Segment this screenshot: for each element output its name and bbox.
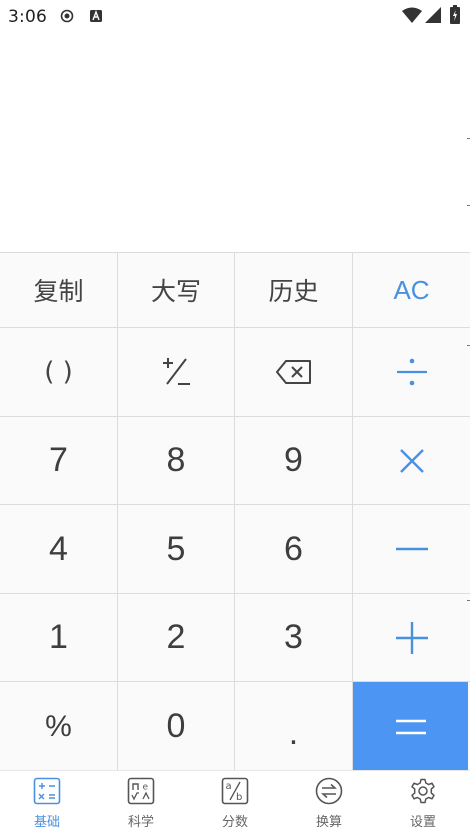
digit-5-button[interactable]: 5 xyxy=(118,505,235,594)
percent-label: % xyxy=(45,709,72,743)
keyboard-a-icon xyxy=(90,10,102,22)
status-bar: 3:06 xyxy=(0,0,470,32)
plus-icon xyxy=(395,621,428,654)
tab-label: 设置 xyxy=(409,815,436,830)
equals-icon xyxy=(395,719,426,734)
backspace-button[interactable] xyxy=(235,328,353,417)
tab-convert[interactable]: 换算 xyxy=(282,771,376,836)
result-display xyxy=(0,32,470,252)
digit-7-button[interactable]: 7 xyxy=(0,417,118,505)
tab-basic[interactable]: 基础 xyxy=(0,771,94,836)
digit-9-label: 9 xyxy=(284,441,303,479)
decimal-point-button[interactable]: . xyxy=(235,682,353,771)
percent-button[interactable]: % xyxy=(0,682,118,771)
tab-label: 基础 xyxy=(33,815,60,830)
basic-calc-icon xyxy=(33,777,61,805)
all-clear-label: AC xyxy=(393,274,430,305)
digit-9-button[interactable]: 9 xyxy=(235,417,353,505)
digit-4-button[interactable]: 4 xyxy=(0,505,118,594)
tab-label: 科学 xyxy=(127,815,154,830)
equals-button[interactable] xyxy=(353,682,468,771)
history-button[interactable]: 历史 xyxy=(235,253,353,328)
digit-2-button[interactable]: 2 xyxy=(118,594,235,682)
history-label: 历史 xyxy=(268,277,319,306)
tab-label: 换算 xyxy=(315,815,342,830)
record-icon xyxy=(60,9,74,23)
multiply-button[interactable] xyxy=(353,417,470,505)
digit-1-label: 1 xyxy=(49,618,68,656)
digit-0-label: 0 xyxy=(166,707,186,745)
wifi-icon xyxy=(402,7,422,23)
battery-icon xyxy=(450,5,460,24)
digit-0-button[interactable]: 0 xyxy=(118,682,235,771)
keypad: 复制 大写 历史 AC ( ) 7 8 9 4 5 6 1 2 3 % 0 . xyxy=(0,252,470,771)
bottom-tab-bar: 基础 e 科学 a b 分数 换算 设置 xyxy=(0,770,470,836)
digit-1-button[interactable]: 1 xyxy=(0,594,118,682)
tab-settings[interactable]: 设置 xyxy=(376,771,470,836)
digit-7-label: 7 xyxy=(49,441,68,479)
parentheses-button[interactable]: ( ) xyxy=(0,328,118,417)
svg-text:b: b xyxy=(236,792,242,803)
signal-icon xyxy=(425,7,441,23)
subtract-button[interactable] xyxy=(353,505,470,594)
uppercase-label: 大写 xyxy=(150,277,201,306)
multiply-icon xyxy=(399,448,424,473)
divide-icon xyxy=(396,358,427,386)
convert-icon xyxy=(315,777,343,805)
digit-2-label: 2 xyxy=(166,618,186,656)
plus-minus-button[interactable] xyxy=(118,328,235,417)
digit-4-label: 4 xyxy=(49,529,68,568)
parentheses-label: ( ) xyxy=(44,357,73,387)
minus-icon xyxy=(395,547,428,551)
all-clear-button[interactable]: AC xyxy=(353,253,470,328)
digit-8-label: 8 xyxy=(166,441,186,479)
settings-gear-icon xyxy=(411,778,435,804)
tab-fraction[interactable]: a b 分数 xyxy=(188,771,282,836)
plus-minus-icon xyxy=(163,358,190,385)
copy-label: 复制 xyxy=(33,277,84,306)
backspace-icon xyxy=(275,360,311,384)
digit-6-button[interactable]: 6 xyxy=(235,505,353,594)
decimal-point-label: . xyxy=(288,714,299,752)
digit-5-label: 5 xyxy=(166,529,186,568)
svg-text:e: e xyxy=(143,783,149,793)
tab-scientific[interactable]: e 科学 xyxy=(94,771,188,836)
fraction-icon: a b xyxy=(221,777,249,805)
digit-3-button[interactable]: 3 xyxy=(235,594,353,682)
tab-label: 分数 xyxy=(221,815,248,830)
scientific-icon: e xyxy=(127,777,155,805)
digit-3-label: 3 xyxy=(284,618,303,656)
digit-8-button[interactable]: 8 xyxy=(118,417,235,505)
svg-text:a: a xyxy=(226,781,232,792)
digit-6-label: 6 xyxy=(284,529,303,568)
divide-button[interactable] xyxy=(353,328,470,417)
status-time: 3:06 xyxy=(8,7,47,27)
uppercase-button[interactable]: 大写 xyxy=(118,253,235,328)
add-button[interactable] xyxy=(353,594,470,682)
copy-button[interactable]: 复制 xyxy=(0,253,118,328)
